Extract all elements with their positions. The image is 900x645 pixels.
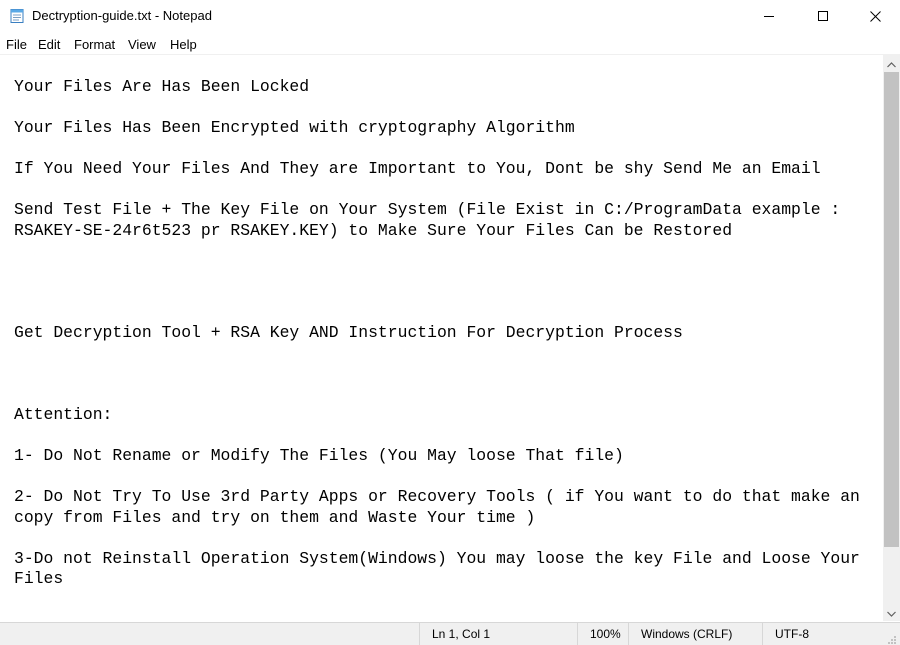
notepad-icon xyxy=(9,8,25,24)
chevron-down-icon xyxy=(887,604,896,622)
chevron-up-icon xyxy=(887,55,896,73)
resize-grip-icon[interactable] xyxy=(886,632,897,644)
close-icon xyxy=(869,10,881,22)
status-bar: Ln 1, Col 1 100% Windows (CRLF) UTF-8 xyxy=(0,622,900,645)
document-text[interactable]: Your Files Are Has Been Locked Your File… xyxy=(14,77,860,590)
close-button[interactable] xyxy=(852,0,898,32)
menu-help[interactable]: Help xyxy=(170,37,197,52)
minimize-button[interactable] xyxy=(746,0,792,32)
cursor-position: Ln 1, Col 1 xyxy=(419,623,577,645)
menu-edit[interactable]: Edit xyxy=(38,37,60,52)
menu-format[interactable]: Format xyxy=(74,37,115,52)
zoom-level: 100% xyxy=(577,623,628,645)
menu-view[interactable]: View xyxy=(128,37,156,52)
vertical-scrollbar[interactable] xyxy=(883,55,900,621)
line-ending: Windows (CRLF) xyxy=(628,623,762,645)
scroll-down-button[interactable] xyxy=(883,604,900,621)
notepad-window: Dectryption-guide.txt - Notepad File Edi… xyxy=(0,0,900,645)
maximize-button[interactable] xyxy=(800,0,846,32)
scroll-thumb[interactable] xyxy=(884,72,899,547)
minimize-icon xyxy=(764,11,774,21)
window-title: Dectryption-guide.txt - Notepad xyxy=(32,8,212,23)
menu-bar: File Edit Format View Help xyxy=(0,34,900,55)
menu-file[interactable]: File xyxy=(6,37,27,52)
encoding: UTF-8 xyxy=(762,623,882,645)
scroll-up-button[interactable] xyxy=(883,55,900,72)
text-editor[interactable]: Your Files Are Has Been Locked Your File… xyxy=(0,55,883,621)
title-bar[interactable]: Dectryption-guide.txt - Notepad xyxy=(0,0,900,33)
maximize-icon xyxy=(818,11,828,21)
